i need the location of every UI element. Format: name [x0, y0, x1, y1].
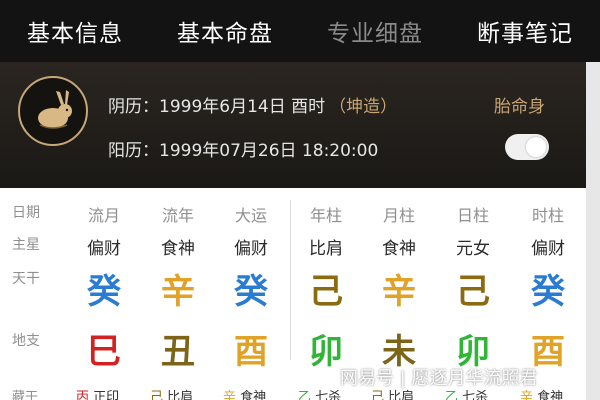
- heavenly-stem-cell: 癸: [234, 272, 268, 312]
- main-star-cell: 食神: [382, 239, 416, 259]
- row-label-date: 日期: [12, 205, 40, 221]
- main-star-cell: 食神: [161, 239, 195, 259]
- hidden-stem-cell: 丙 正印: [76, 390, 120, 400]
- earthly-branch-cell: 巳: [87, 332, 121, 372]
- lunar-label: 阴历：: [108, 97, 159, 117]
- heavenly-stem-cell: 辛: [382, 272, 416, 312]
- profile-card: 阴历：1999年6月14日 酉时 （坤造） 阳历：1999年07月26日 18:2…: [0, 62, 586, 188]
- earthly-branch-cell: 酉: [234, 332, 268, 372]
- heavenly-stem-cell: 己: [309, 272, 343, 312]
- hidden-stem-cell: 乙 七杀: [298, 390, 342, 400]
- heavenly-stem-cell: 辛: [161, 272, 195, 312]
- scroll-edge: [586, 62, 600, 400]
- gender-tag: （坤造）: [329, 97, 398, 117]
- fetal-life-body-link[interactable]: 胎命身: [494, 92, 545, 117]
- zodiac-rabbit-avatar: [18, 76, 88, 146]
- row-label-heavenly-stem: 天干: [12, 271, 40, 287]
- display-toggle[interactable]: [505, 134, 549, 160]
- tab-basic-chart[interactable]: 基本命盘: [150, 14, 300, 48]
- heavenly-stem-cell: 己: [456, 272, 490, 312]
- col-head-hour-pillar: 时柱: [531, 206, 564, 225]
- col-head-decade: 大运: [234, 206, 267, 225]
- lunar-date-line: 阴历：1999年6月14日 酉时 （坤造）: [108, 92, 397, 117]
- tab-basic-info[interactable]: 基本信息: [0, 14, 150, 48]
- watermark-text: 网易号 | 愿逐月华流照君: [340, 368, 538, 389]
- column-divider: [290, 200, 291, 360]
- col-head-year-flow: 流年: [161, 206, 194, 225]
- main-star-cell: 偏财: [87, 239, 121, 259]
- row-label-earthly-branch: 地支: [12, 333, 40, 349]
- tab-professional-chart[interactable]: 专业细盘: [300, 14, 450, 48]
- earthly-branch-cell: 丑: [161, 332, 195, 372]
- col-head-day-pillar: 日柱: [456, 206, 489, 225]
- solar-label: 阳历：: [108, 141, 159, 161]
- hidden-stem-cell: 己 比肩: [150, 390, 194, 400]
- main-star-cell: 元女: [456, 239, 490, 259]
- lunar-date: 1999年6月14日 酉时: [159, 97, 326, 117]
- solar-date-line: 阳历：1999年07月26日 18:20:00: [108, 136, 378, 161]
- toggle-knob: [526, 137, 546, 157]
- solar-date: 1999年07月26日 18:20:00: [159, 141, 379, 161]
- rabbit-icon: [38, 90, 72, 129]
- main-star-cell: 偏财: [531, 239, 565, 259]
- heavenly-stem-cell: 癸: [87, 272, 121, 312]
- heavenly-stem-cell: 癸: [531, 272, 565, 312]
- col-head-month-flow: 流月: [87, 206, 120, 225]
- main-star-cell: 偏财: [234, 239, 268, 259]
- col-head-year-pillar: 年柱: [309, 206, 342, 225]
- tab-notes[interactable]: 断事笔记: [450, 14, 600, 48]
- main-star-cell: 比肩: [309, 239, 343, 259]
- col-head-month-pillar: 月柱: [382, 206, 415, 225]
- row-label-hidden-stems: 藏干: [12, 390, 39, 400]
- hidden-stem-cell: 辛 食神: [223, 390, 267, 400]
- row-label-main-star: 主星: [12, 237, 40, 253]
- top-nav: 基本信息 基本命盘 专业细盘 断事笔记: [0, 0, 600, 62]
